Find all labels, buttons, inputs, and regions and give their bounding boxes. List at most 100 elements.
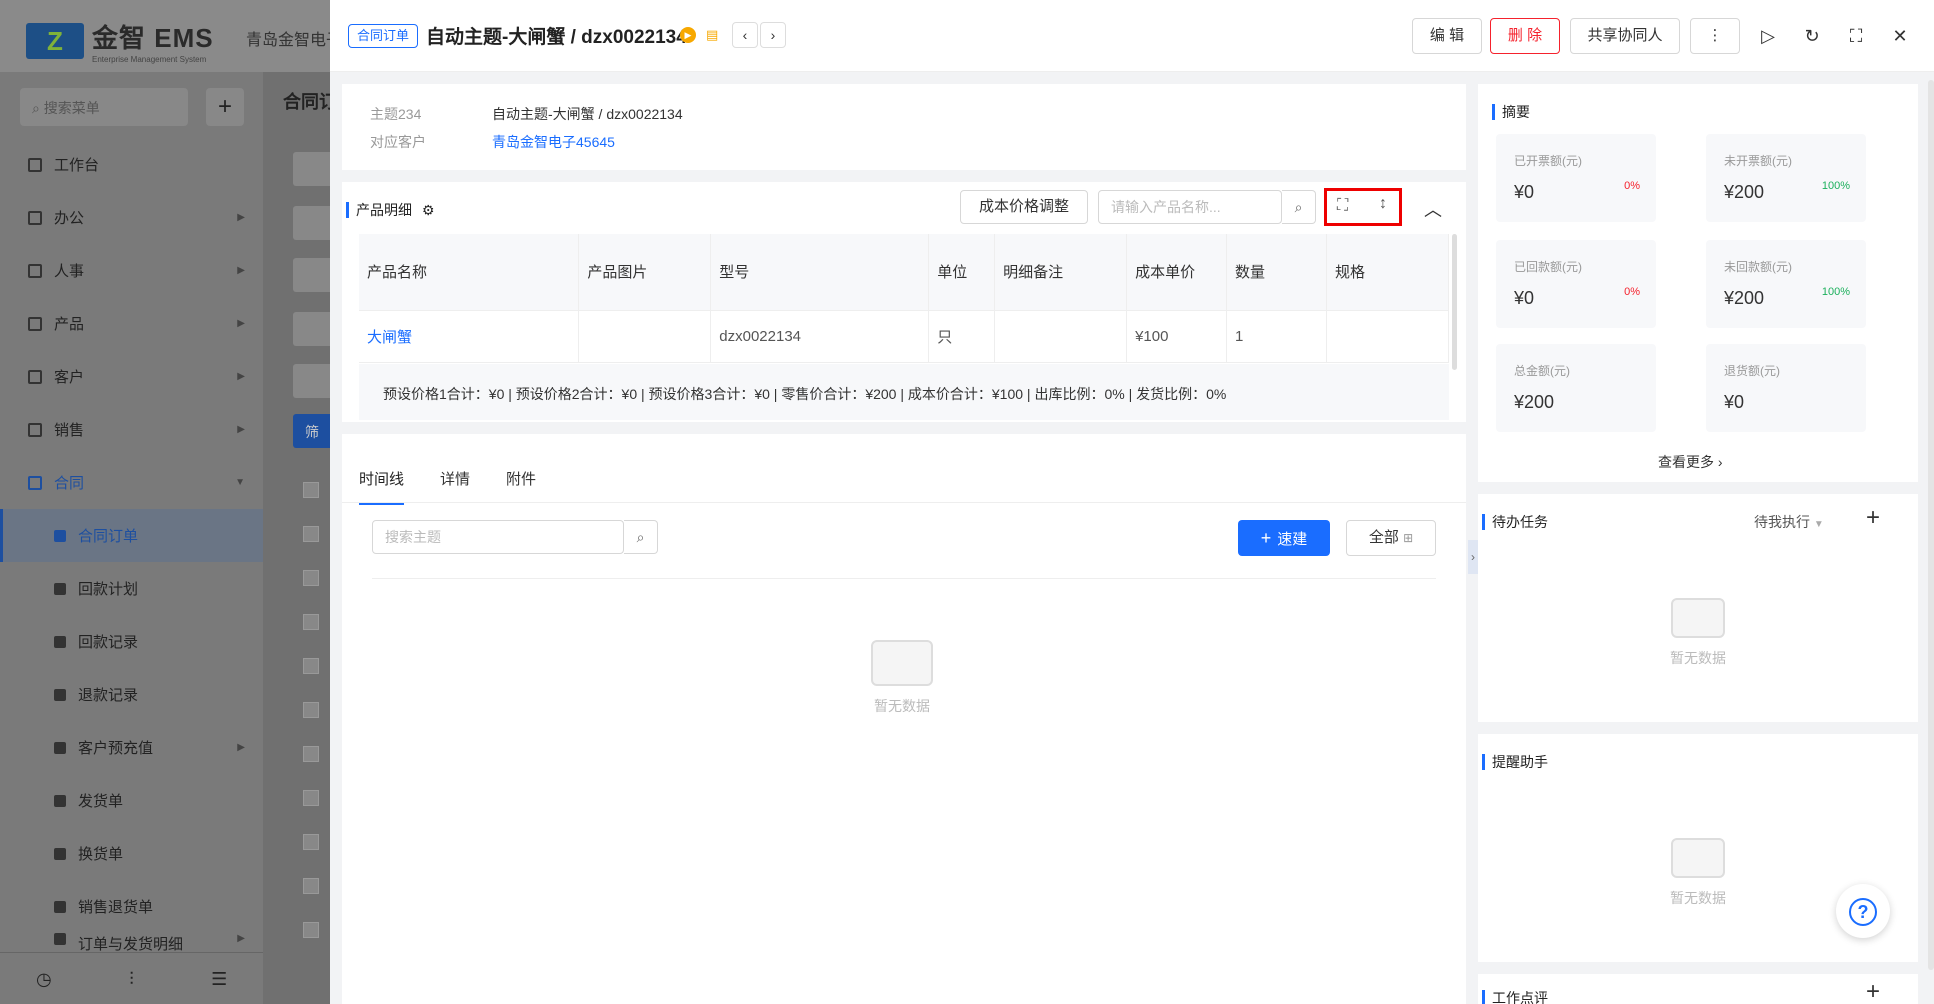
sidebar-item-contract[interactable]: 合同 ▼ [0, 456, 263, 509]
cost-price-adjust-button[interactable]: 成本价格调整 [960, 190, 1088, 224]
search-icon[interactable]: ⌕ [1282, 190, 1316, 224]
return-icon [54, 900, 66, 913]
view-more-link[interactable]: 查看更多 › [1658, 452, 1723, 472]
column-header[interactable]: 成本单价 [1126, 234, 1228, 311]
copy-icon[interactable]: ▤ [706, 27, 720, 43]
row-height-icon[interactable]: ↕ [1379, 195, 1387, 213]
sidebar-item-prepaid[interactable]: 客户预充值 ▶ [0, 721, 263, 774]
filter-field[interactable] [293, 206, 333, 240]
settings-sliders-icon[interactable]: ⫶ [88, 953, 176, 1004]
help-button[interactable]: ? [1836, 884, 1890, 938]
row-checkbox[interactable] [303, 834, 319, 850]
model-cell: dzx0022134 [710, 310, 930, 363]
next-record-button[interactable]: › [760, 22, 786, 48]
chevron-down-icon: ▼ [235, 477, 245, 488]
sidebar-item-delivery[interactable]: 发货单 [0, 774, 263, 827]
row-checkbox[interactable] [303, 746, 319, 762]
question-icon: ? [1849, 898, 1877, 927]
reminder-title: 提醒助手 [1482, 752, 1548, 772]
subject-label: 主题234 [370, 106, 422, 122]
refund-icon [54, 688, 66, 701]
tab-timeline[interactable]: 时间线 [359, 468, 405, 505]
todo-filter-dropdown[interactable]: 待我执行 ▼ [1754, 512, 1824, 532]
quick-create-button[interactable]: + 速建 [1238, 520, 1330, 556]
refresh-icon[interactable]: ↻ [1800, 24, 1824, 48]
column-header[interactable]: 产品图片 [578, 234, 712, 311]
filter-field[interactable] [293, 258, 333, 292]
row-checkbox[interactable] [303, 790, 319, 806]
filter-all-button[interactable]: 全部 ⊞ [1346, 520, 1436, 556]
sidebar-item-customer[interactable]: 客户 ▶ [0, 350, 263, 403]
row-checkbox[interactable] [303, 878, 319, 894]
play-icon[interactable]: ▷ [1756, 24, 1780, 48]
row-checkbox[interactable] [303, 702, 319, 718]
close-icon[interactable]: ✕ [1888, 24, 1912, 48]
sidebar-item-sales[interactable]: 销售 ▶ [0, 403, 263, 456]
sidebar-item-sales-return[interactable]: 销售退货单 [0, 880, 263, 933]
sidebar-item-contract-order[interactable]: 合同订单 [0, 509, 263, 562]
fullscreen-icon[interactable]: ⛶ [1844, 24, 1868, 48]
table-scrollbar[interactable] [1452, 234, 1457, 370]
customer-link[interactable]: 青岛金智电子45645 [492, 132, 615, 152]
product-name-link[interactable]: 大闸蟹 [359, 310, 580, 363]
stat-uninvoiced: 未开票额(元) ¥200 100% [1706, 134, 1866, 222]
row-checkbox[interactable] [303, 570, 319, 586]
tabs-divider [342, 502, 1466, 503]
chevron-up-icon[interactable]: ︿ [1424, 196, 1442, 222]
sidebar-item-product[interactable]: 产品 ▶ [0, 297, 263, 350]
share-collaborator-button[interactable]: 共享协同人 [1570, 18, 1680, 54]
row-checkbox[interactable] [303, 526, 319, 542]
sidebar-item-refund-record[interactable]: 退款记录 [0, 668, 263, 721]
column-header[interactable]: 型号 [710, 234, 930, 311]
more-button[interactable]: ⋮ [1690, 18, 1740, 54]
collapse-menu-icon[interactable]: ☰ [175, 953, 263, 1004]
sidebar-item-exchange[interactable]: 换货单 [0, 827, 263, 880]
sidebar-item-hr[interactable]: 人事 ▶ [0, 244, 263, 297]
column-header[interactable]: 明细备注 [994, 234, 1128, 311]
filter-field[interactable] [293, 312, 333, 346]
record-icon [54, 635, 66, 648]
sidebar-item-workbench[interactable]: 工作台 [0, 138, 263, 191]
brand-logo[interactable]: Z 金智 EMS Enterprise Management System [26, 18, 214, 64]
product-search-input[interactable]: 请输入产品名称... [1098, 190, 1282, 224]
collapse-right-panel-handle[interactable]: › [1468, 540, 1478, 574]
row-checkbox[interactable] [303, 922, 319, 938]
sidebar-item-payment-plan[interactable]: 回款计划 [0, 562, 263, 615]
menu-search-input[interactable]: ⌕ 搜索菜单 [20, 88, 188, 126]
follow-icon[interactable]: ▶ [680, 27, 696, 43]
row-checkbox[interactable] [303, 658, 319, 674]
add-menu-button[interactable]: + [206, 88, 244, 126]
filter-field[interactable] [293, 364, 333, 398]
workbench-icon [28, 157, 42, 172]
sidebar-item-payment-record[interactable]: 回款记录 [0, 615, 263, 668]
tab-details[interactable]: 详情 [440, 468, 470, 505]
prev-record-button[interactable]: ‹ [732, 22, 758, 48]
table-header-row: 产品名称 产品图片 型号 单位 明细备注 成本单价 数量 规格 [359, 234, 1450, 311]
drawer-scrollbar[interactable] [1928, 80, 1934, 970]
row-checkbox[interactable] [303, 614, 319, 630]
timeline-search-input[interactable]: 搜索主题 [372, 520, 624, 554]
box-icon [28, 316, 42, 331]
gear-icon[interactable]: ⚙ [422, 202, 435, 218]
column-header[interactable]: 数量 [1226, 234, 1327, 311]
history-icon[interactable]: ◷ [0, 953, 88, 1004]
row-checkbox[interactable] [303, 482, 319, 498]
edit-button[interactable]: 编 辑 [1412, 18, 1482, 54]
tab-attachments[interactable]: 附件 [506, 468, 536, 505]
folder-icon [54, 741, 66, 754]
expand-icon[interactable]: ⛶ [1337, 197, 1348, 215]
sidebar-item-office[interactable]: 办公 ▶ [0, 191, 263, 244]
column-header[interactable]: 产品名称 [359, 234, 580, 311]
add-review-button[interactable]: + [1866, 978, 1880, 1004]
filter-button[interactable]: 筛 [293, 414, 333, 448]
caret-down-icon: ▼ [1813, 519, 1824, 530]
column-header[interactable]: 单位 [928, 234, 996, 311]
search-icon[interactable]: ⌕ [624, 520, 658, 554]
column-header[interactable]: 规格 [1326, 234, 1450, 311]
sidebar-footer: ◷ ⫶ ☰ [0, 952, 263, 1004]
company-name[interactable]: 青岛金智电子 [246, 26, 330, 50]
delete-button[interactable]: 删 除 [1490, 18, 1560, 54]
filter-field[interactable] [293, 152, 333, 186]
add-task-button[interactable]: + [1866, 504, 1880, 532]
divider [372, 578, 1436, 579]
